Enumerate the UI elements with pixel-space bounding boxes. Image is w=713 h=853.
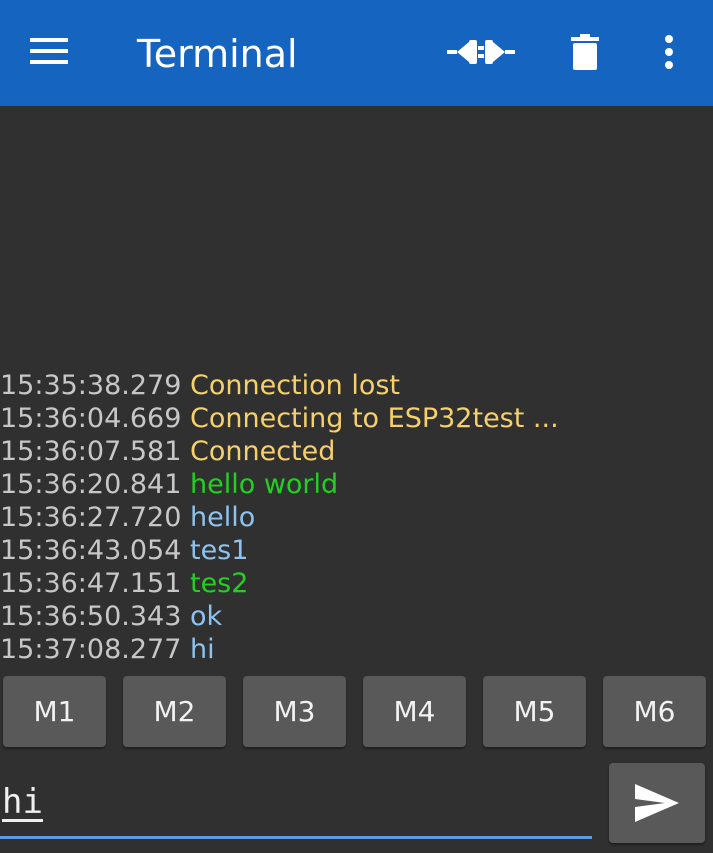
log-message: Connection lost: [189, 370, 401, 401]
send-input-wrapper: [0, 770, 592, 840]
trash-icon: [571, 34, 599, 70]
menu-button[interactable]: [20, 26, 78, 76]
log-timestamp: 15:36:27.720: [0, 502, 182, 533]
macro-button-m6[interactable]: M6: [603, 676, 706, 747]
log-line: 15:36:04.669 Connecting to ESP32test ...: [0, 402, 713, 435]
log-message: ok: [189, 601, 223, 632]
log-timestamp: 15:36:47.151: [0, 568, 182, 599]
log-timestamp: 15:36:20.841: [0, 469, 182, 500]
more-vert-icon: [665, 35, 673, 69]
log-line: 15:36:27.720 hello: [0, 501, 713, 534]
log-line: 15:36:43.054 tes1: [0, 534, 713, 567]
macro-button-row: M1 M2 M3 M4 M5 M6: [3, 676, 713, 747]
macro-button-m4[interactable]: M4: [363, 676, 466, 747]
send-text-input[interactable]: [0, 770, 592, 834]
log-lines: 15:35:38.279 Connection lost 15:36:04.669…: [0, 369, 713, 666]
log-line: 15:37:08.277 hi: [0, 633, 713, 666]
terminal-app: Terminal 15:35:38.279 Connection lost 15…: [0, 0, 713, 853]
log-line: 15:36:20.841 hello world: [0, 468, 713, 501]
log-message: hello world: [189, 469, 339, 500]
page-title: Terminal: [137, 32, 298, 76]
log-timestamp: 15:35:38.279: [0, 370, 182, 401]
log-line: 15:36:47.151 tes2: [0, 567, 713, 600]
app-bar: Terminal: [0, 0, 713, 106]
connect-button[interactable]: [443, 24, 519, 80]
more-options-button[interactable]: [648, 24, 690, 80]
log-line: 15:35:38.279 Connection lost: [0, 369, 713, 402]
log-message: Connected: [189, 436, 336, 467]
log-message: tes2: [189, 568, 249, 599]
log-timestamp: 15:36:07.581: [0, 436, 182, 467]
macro-button-m2[interactable]: M2: [123, 676, 226, 747]
input-underline: [0, 836, 592, 839]
log-timestamp: 15:36:50.343: [0, 601, 182, 632]
send-icon: [635, 784, 679, 822]
send-button[interactable]: [609, 763, 705, 843]
log-timestamp: 15:37:08.277: [0, 634, 182, 665]
log-message: Connecting to ESP32test ...: [189, 403, 559, 434]
macro-button-m5[interactable]: M5: [483, 676, 586, 747]
plug-connect-icon: [447, 40, 515, 64]
log-message: hello: [189, 502, 256, 533]
macro-button-m1[interactable]: M1: [3, 676, 106, 747]
hamburger-menu-icon: [30, 38, 68, 64]
log-message: tes1: [189, 535, 249, 566]
clear-terminal-button[interactable]: [558, 24, 612, 80]
terminal-log[interactable]: 15:35:38.279 Connection lost 15:36:04.669…: [0, 106, 713, 670]
log-timestamp: 15:36:43.054: [0, 535, 182, 566]
macro-button-m3[interactable]: M3: [243, 676, 346, 747]
log-timestamp: 15:36:04.669: [0, 403, 182, 434]
log-line: 15:36:07.581 Connected: [0, 435, 713, 468]
log-message: hi: [189, 634, 215, 665]
log-line: 15:36:50.343 ok: [0, 600, 713, 633]
